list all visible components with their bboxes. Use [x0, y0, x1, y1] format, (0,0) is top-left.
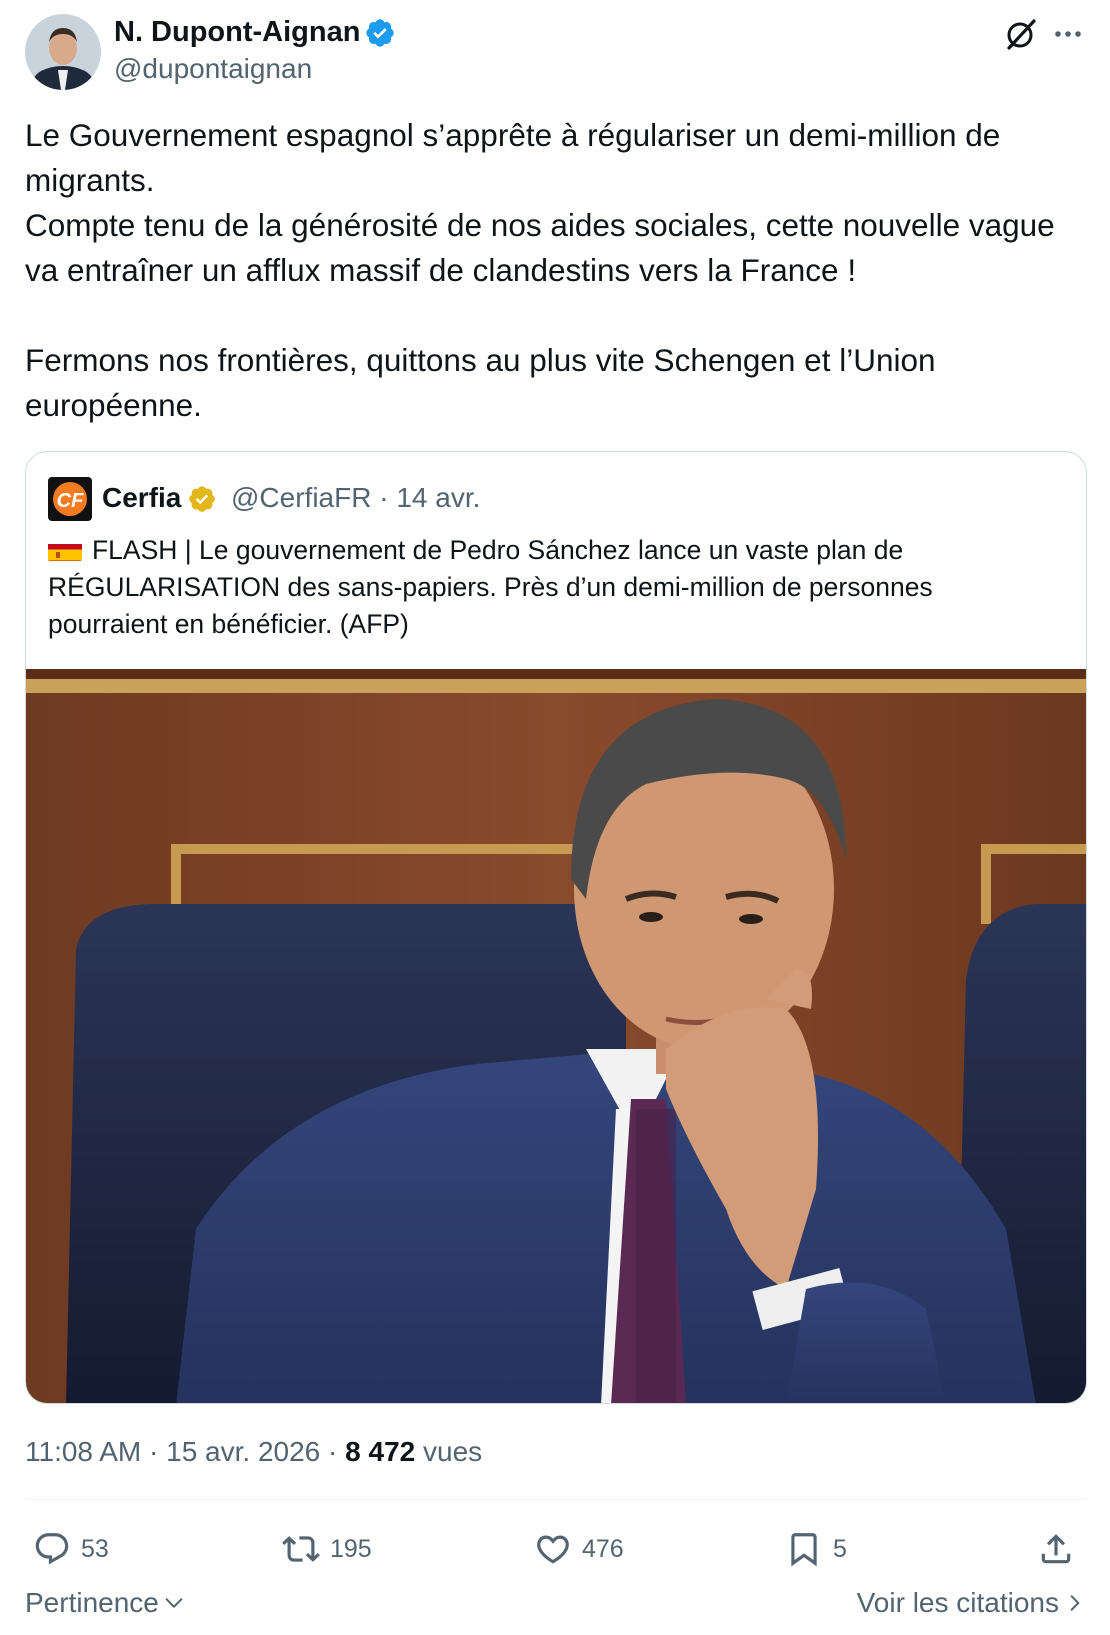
chevron-right-icon: [1070, 1595, 1080, 1611]
tweet-paragraph: Fermons nos frontières, quittons au plus…: [25, 342, 936, 423]
quoted-photo[interactable]: [26, 669, 1086, 1403]
views-label: vues: [423, 1436, 483, 1467]
view-quotes-label: Voir les citations: [856, 1587, 1059, 1618]
like-icon: [537, 1535, 569, 1564]
sort-label: Pertinence: [25, 1587, 159, 1618]
spain-flag-icon: [48, 539, 82, 561]
author-avatar[interactable]: [25, 14, 101, 90]
like-count: 476: [582, 1534, 624, 1563]
more-icon[interactable]: [1050, 16, 1086, 52]
author-handle[interactable]: @dupontaignan: [114, 52, 312, 86]
svg-text:CF: CF: [57, 490, 84, 512]
repost-count: 195: [330, 1534, 372, 1563]
sort-dropdown[interactable]: Pertinence: [25, 1585, 185, 1621]
tweet-date[interactable]: 15 avr. 2026: [166, 1436, 320, 1467]
tweet-time[interactable]: 11:08 AM: [25, 1436, 141, 1467]
chevron-down-icon: [165, 1598, 183, 1608]
quoted-handle-date[interactable]: @CerfiaFR · 14 avr.: [231, 480, 480, 516]
verified-badge-icon: [187, 484, 217, 514]
repost-icon: [282, 1536, 320, 1562]
grok-icon[interactable]: [1003, 16, 1039, 52]
bookmark-icon: [791, 1533, 817, 1567]
tweet-text: Le Gouvernement espagnol s’apprête à rég…: [25, 113, 1085, 428]
quoted-text-body: FLASH | Le gouvernement de Pedro Sánchez…: [48, 535, 933, 639]
quoted-author-name[interactable]: Cerfia: [102, 480, 181, 516]
views-count: 8 472: [345, 1436, 416, 1467]
reply-count: 53: [81, 1534, 109, 1563]
tweet-paragraph: Le Gouvernement espagnol s’apprête à rég…: [25, 117, 1001, 198]
bookmark-button[interactable]: 5: [785, 1526, 847, 1572]
divider: [25, 1499, 1087, 1500]
author-name[interactable]: N. Dupont-Aignan: [114, 14, 360, 50]
quoted-text: FLASH | Le gouvernement de Pedro Sánchez…: [48, 532, 1058, 643]
quoted-author-handle: @CerfiaFR: [231, 482, 372, 513]
tweet-paragraph: Compte tenu de la générosité de nos aide…: [25, 207, 1055, 288]
repost-button[interactable]: 195: [282, 1526, 372, 1572]
tweet-meta: 11:08 AM · 15 avr. 2026 · 8 472 vues: [25, 1436, 483, 1467]
share-icon: [1041, 1534, 1071, 1564]
view-quotes-link[interactable]: Voir les citations: [857, 1585, 1085, 1621]
bookmark-count: 5: [833, 1534, 847, 1563]
cerfia-logo: CF: [48, 477, 92, 521]
quoted-date: 14 avr.: [396, 482, 481, 513]
reply-icon: [35, 1533, 69, 1565]
verified-badge-icon: [364, 17, 396, 49]
share-button[interactable]: [1037, 1526, 1085, 1572]
like-button[interactable]: 476: [534, 1526, 624, 1572]
reply-button[interactable]: 53: [33, 1526, 109, 1572]
quoted-tweet[interactable]: CF Cerfia @CerfiaFR · 14 avr. FLASH | Le…: [25, 451, 1087, 1404]
